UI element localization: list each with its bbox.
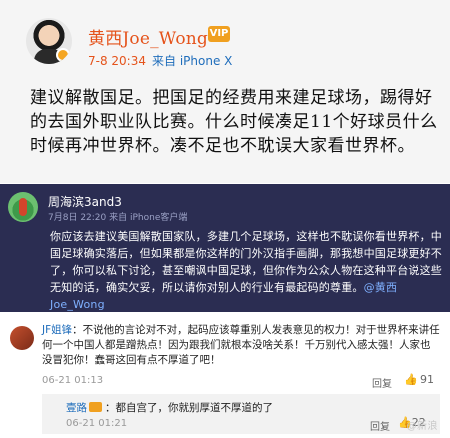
original-post-panel: 黄西Joe_Wong VIP 7-8 20:34 来自 iPhone X 建议解散…	[0, 0, 450, 183]
verified-badge-icon	[56, 48, 70, 62]
comments-panel: JF姐锋：不说他的言论对不对，起码应该尊重别人发表意见的权力！对于世界杯来讲任何…	[0, 312, 450, 438]
nested-reply: 壹路 ：都自宫了，你就别厚道不厚道的了 06-21 01:21 回复 👍22	[42, 394, 440, 434]
comment-text: ：不说他的言论对不对，起码应该尊重别人发表意见的权力！对于世界杯来讲任何一个中国…	[42, 324, 440, 366]
avatar-figure	[19, 198, 27, 216]
nested-reply-body: 壹路 ：都自宫了，你就别厚道不厚道的了	[66, 400, 273, 415]
nested-reply-author[interactable]: 壹路	[66, 402, 87, 414]
comment-reply-button[interactable]: 回复	[372, 375, 392, 390]
post-body: 建议解散国足。把国足的经费用来建足球场，踢得好的去国外职业队比赛。什么时候凑足1…	[30, 88, 438, 156]
nested-reply-timestamp: 06-21 01:21	[66, 418, 128, 429]
author-name[interactable]: 黄西Joe_Wong	[88, 24, 208, 49]
reply-meta: 7月8日 22:20 来自 iPhone客户端	[48, 213, 188, 223]
reply-author-name[interactable]: 周海滨3and3	[48, 193, 122, 210]
comment-like-button[interactable]: 👍 91	[404, 373, 434, 386]
nested-reply-text: ：都自宫了，你就别厚道不厚道的了	[105, 402, 273, 414]
nested-reply-button[interactable]: 回复	[370, 418, 390, 433]
comment-like-count: 91	[420, 373, 434, 386]
vip-badge-icon: VIP	[208, 26, 230, 42]
author-avatar[interactable]	[26, 18, 72, 64]
post-timestamp: 7-8 20:34	[88, 54, 146, 68]
watermark: @新浪	[406, 421, 438, 432]
thumbs-up-icon: 👍	[404, 373, 418, 386]
reply-body: 你应该去建议美国解散国家队，多建几个足球场，这样也不耽误你看世界杯，中国足球确实…	[50, 228, 442, 313]
comment-timestamp: 06-21 01:13	[42, 375, 104, 386]
post-source[interactable]: 来自 iPhone X	[152, 54, 232, 68]
reply-card: 周海滨3and3 7月8日 22:20 来自 iPhone客户端 你应该去建议美…	[0, 184, 450, 312]
post-meta: 7-8 20:34 来自 iPhone X	[88, 52, 232, 69]
comment-body: JF姐锋：不说他的言论对不对，起码应该尊重别人发表意见的权力！对于世界杯来讲任何…	[42, 323, 440, 368]
reply-author-avatar[interactable]	[8, 192, 38, 222]
vip-icon	[89, 402, 102, 412]
commenter-avatar[interactable]	[10, 326, 34, 350]
commenter-name[interactable]: JF姐锋	[42, 324, 72, 336]
